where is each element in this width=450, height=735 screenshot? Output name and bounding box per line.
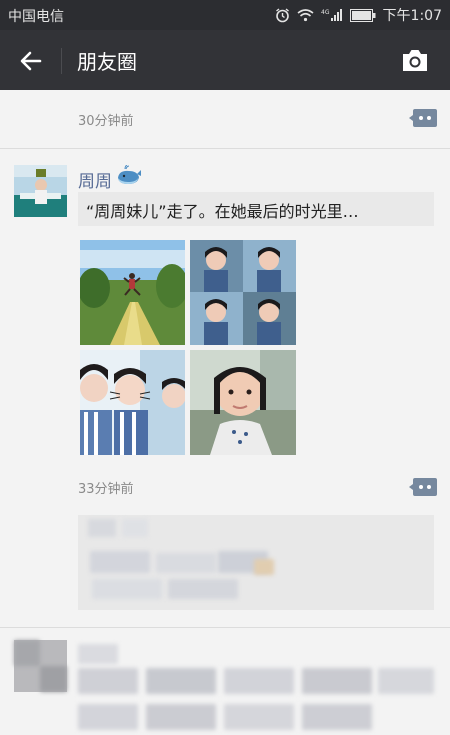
alarm-icon xyxy=(275,7,289,22)
nav-divider xyxy=(61,48,62,74)
post-photo[interactable] xyxy=(80,350,185,455)
camera-icon[interactable] xyxy=(400,47,430,73)
status-bar: 中国电信 4G 下午1:07 xyxy=(0,0,450,30)
avatar-obscured xyxy=(14,640,67,692)
post-divider xyxy=(0,148,450,149)
comment-icon[interactable] xyxy=(409,477,437,497)
post-photo[interactable] xyxy=(80,240,185,345)
battery-icon xyxy=(349,8,376,22)
post-time: 33分钟前 xyxy=(78,482,134,497)
photo-outdoor-jump xyxy=(80,240,185,345)
signal-icon: 4G xyxy=(321,9,342,21)
shared-link-card[interactable]: “周周妹儿”走了。在她最后的时光里… xyxy=(78,192,434,226)
carrier-label: 中国电信 xyxy=(8,9,64,25)
status-icons: 4G 下午1:07 xyxy=(275,5,442,25)
svg-text:4G: 4G xyxy=(321,9,330,16)
post-author-name[interactable]: 周周 xyxy=(78,167,112,192)
comments-area-obscured xyxy=(78,515,434,610)
post-content-obscured xyxy=(78,640,438,735)
page-title: 朋友圈 xyxy=(77,50,137,74)
post-photo[interactable] xyxy=(190,350,296,455)
comment-icon[interactable] xyxy=(409,108,437,128)
avatar-image xyxy=(14,165,67,217)
whale-emoji-icon xyxy=(118,165,141,184)
post-photo[interactable] xyxy=(190,240,296,345)
post-divider xyxy=(0,627,450,628)
shared-link-title: “周周妹儿”走了。在她最后的时光里… xyxy=(86,202,359,221)
photo-portrait xyxy=(190,350,296,455)
wifi-icon xyxy=(297,9,314,22)
photo-two-girls xyxy=(80,350,185,455)
arrow-left-icon[interactable] xyxy=(18,48,44,74)
photo-selfie-collage xyxy=(190,240,296,345)
avatar[interactable] xyxy=(14,165,67,217)
clock-label: 下午1:07 xyxy=(382,8,442,24)
nav-bar: 朋友圈 xyxy=(0,30,450,90)
post-time: 30分钟前 xyxy=(78,114,134,129)
